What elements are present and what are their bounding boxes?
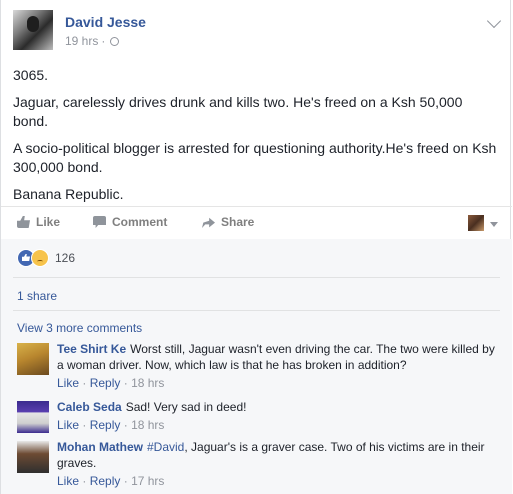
post-body: 3065. Jaguar, carelessly drives drunk an… bbox=[13, 66, 499, 212]
like-label: Like bbox=[36, 215, 61, 229]
separator: · bbox=[123, 418, 128, 432]
meta-separator: · bbox=[101, 34, 106, 48]
comment-reply-link[interactable]: Reply bbox=[90, 376, 121, 390]
comment-like-link[interactable]: Like bbox=[57, 418, 79, 432]
commenter-avatar[interactable] bbox=[17, 441, 49, 473]
shares-count[interactable]: 1 share bbox=[17, 289, 57, 303]
comments-section: 126 1 share View 3 more comments Tee Shi… bbox=[1, 239, 512, 494]
author-avatar[interactable] bbox=[13, 10, 53, 50]
author-name[interactable]: David Jesse bbox=[65, 14, 146, 30]
commenter-avatar[interactable] bbox=[17, 401, 49, 433]
caret-down-icon[interactable] bbox=[490, 222, 498, 227]
comment-body: Tee Shirt Ke Worst still, Jaguar wasn't e… bbox=[57, 341, 497, 391]
post-paragraph: 3065. bbox=[13, 67, 49, 83]
comment-reply-link[interactable]: Reply bbox=[90, 418, 121, 432]
comment-actions: Like · Reply · 18 hrs bbox=[57, 417, 497, 433]
divider bbox=[13, 277, 500, 278]
view-more-comments-link[interactable]: View 3 more comments bbox=[17, 321, 142, 335]
comment-body: Caleb Seda Sad! Very sad in deed! Like · … bbox=[57, 399, 497, 433]
commenter-avatar[interactable] bbox=[17, 343, 49, 375]
share-icon bbox=[202, 217, 215, 228]
comment-body: Mohan Mathew #David, Jaguar's is a graver… bbox=[57, 439, 497, 489]
divider bbox=[13, 310, 500, 311]
reactions-summary[interactable]: 126 bbox=[17, 249, 75, 267]
post-meta: 19 hrs · bbox=[65, 34, 120, 48]
comment-button[interactable]: Comment bbox=[93, 215, 167, 229]
separator: · bbox=[82, 418, 87, 432]
thumbs-up-icon bbox=[17, 216, 30, 228]
comment-like-link[interactable]: Like bbox=[57, 474, 79, 488]
comment-label: Comment bbox=[112, 215, 168, 229]
commenter-name[interactable]: Tee Shirt Ke bbox=[57, 342, 126, 356]
post-paragraph: Jaguar, carelessly drives drunk and kill… bbox=[13, 94, 463, 129]
comment-time[interactable]: 18 hrs bbox=[131, 376, 164, 390]
comment-actions: Like · Reply · 17 hrs bbox=[57, 473, 497, 489]
sad-reaction-icon bbox=[31, 249, 49, 267]
comment-time[interactable]: 18 hrs bbox=[131, 418, 164, 432]
commenter-name[interactable]: Mohan Mathew bbox=[57, 440, 143, 454]
separator: · bbox=[82, 376, 87, 390]
post-paragraph: A socio-political blogger is arrested fo… bbox=[13, 140, 497, 175]
like-button[interactable]: Like bbox=[17, 215, 60, 229]
comment-like-link[interactable]: Like bbox=[57, 376, 79, 390]
comment-reply-link[interactable]: Reply bbox=[90, 474, 121, 488]
chevron-down-icon[interactable] bbox=[486, 13, 502, 29]
commenter-name[interactable]: Caleb Seda bbox=[57, 400, 122, 414]
comment-actions: Like · Reply · 18 hrs bbox=[57, 375, 497, 391]
comment-time[interactable]: 17 hrs bbox=[131, 474, 164, 488]
post-time[interactable]: 19 hrs bbox=[65, 34, 98, 48]
separator: · bbox=[123, 376, 128, 390]
separator: · bbox=[82, 474, 87, 488]
post-actions-bar: Like Comment Share bbox=[1, 206, 512, 239]
post-card: David Jesse 19 hrs · 3065. Jaguar, carel… bbox=[0, 0, 512, 494]
post-header: David Jesse 19 hrs · bbox=[13, 10, 503, 54]
separator: · bbox=[123, 474, 128, 488]
globe-icon[interactable] bbox=[110, 36, 120, 46]
viewer-avatar[interactable] bbox=[468, 215, 484, 231]
post-paragraph: Banana Republic. bbox=[13, 186, 124, 202]
share-label: Share bbox=[221, 215, 255, 229]
hashtag-link[interactable]: #David bbox=[147, 440, 184, 454]
comment-icon bbox=[93, 216, 106, 228]
comment-text: Sad! Very sad in deed! bbox=[125, 400, 247, 414]
share-button[interactable]: Share bbox=[202, 215, 254, 229]
reactions-count: 126 bbox=[55, 251, 76, 265]
